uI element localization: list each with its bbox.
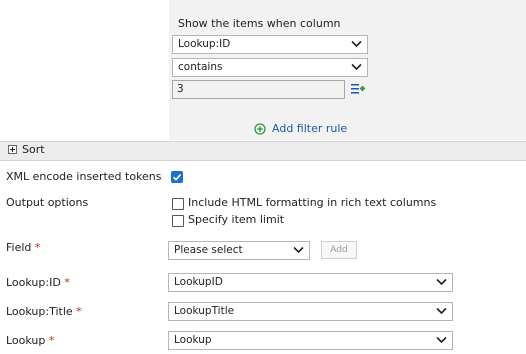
- chevron-down-icon: [436, 278, 447, 286]
- chevron-down-icon: [293, 246, 304, 254]
- filter-column-select[interactable]: Lookup:ID: [172, 35, 368, 54]
- filter-operator-value: contains: [178, 61, 223, 73]
- sort-section-header[interactable]: Sort: [0, 141, 526, 161]
- item-limit-label: Specify item limit: [188, 213, 285, 226]
- sort-label: Sort: [22, 143, 45, 156]
- add-filter-rule-label: Add filter rule: [272, 122, 348, 135]
- mapping-label-text: Lookup: [6, 334, 46, 347]
- mapping-label-lookup-title: Lookup:Title *: [6, 305, 82, 318]
- required-mark: *: [76, 305, 82, 318]
- mapping-label-text: Lookup:ID: [6, 276, 61, 289]
- filter-title: Show the items when column: [178, 17, 341, 30]
- add-filter-rule-link[interactable]: Add filter rule: [254, 122, 347, 135]
- lookup-select[interactable]: Lookup: [168, 331, 453, 350]
- mapping-label-lookup-id: Lookup:ID *: [6, 276, 70, 289]
- chevron-down-icon: [351, 63, 362, 71]
- lookup-id-select[interactable]: LookupID: [168, 273, 453, 292]
- lookup-title-value: LookupTitle: [174, 305, 235, 317]
- required-mark: *: [48, 334, 55, 347]
- field-select[interactable]: Please select: [168, 241, 310, 260]
- add-circle-icon: [254, 122, 266, 135]
- filter-value-input[interactable]: 3: [172, 80, 345, 99]
- field-label: Field *: [6, 241, 40, 254]
- lookup-id-value: LookupID: [174, 276, 223, 288]
- include-html-label: Include HTML formatting in rich text col…: [188, 196, 437, 209]
- insert-token-icon[interactable]: [351, 83, 366, 95]
- required-mark: *: [34, 241, 41, 254]
- chevron-down-icon: [351, 40, 362, 48]
- lookup-value: Lookup: [174, 334, 212, 346]
- lookup-title-select[interactable]: LookupTitle: [168, 302, 453, 321]
- mapping-label-text: Lookup:Title: [6, 305, 73, 318]
- item-limit-checkbox[interactable]: [172, 215, 184, 227]
- expand-plus-icon[interactable]: [8, 145, 17, 154]
- add-field-button[interactable]: Add: [321, 241, 357, 259]
- chevron-down-icon: [436, 336, 447, 344]
- include-html-checkbox[interactable]: [172, 198, 184, 210]
- mapping-label-lookup: Lookup *: [6, 334, 54, 347]
- required-mark: *: [64, 276, 70, 289]
- xml-encode-checkbox[interactable]: [171, 171, 183, 183]
- field-select-value: Please select: [174, 244, 243, 256]
- xml-encode-label: XML encode inserted tokens: [6, 170, 162, 183]
- filter-column-value: Lookup:ID: [178, 38, 231, 50]
- filter-value-text: 3: [177, 83, 184, 95]
- output-options-label: Output options: [6, 196, 89, 209]
- checkmark-icon: [172, 174, 182, 181]
- chevron-down-icon: [436, 307, 447, 315]
- field-label-text: Field: [6, 241, 32, 254]
- filter-operator-select[interactable]: contains: [172, 58, 368, 77]
